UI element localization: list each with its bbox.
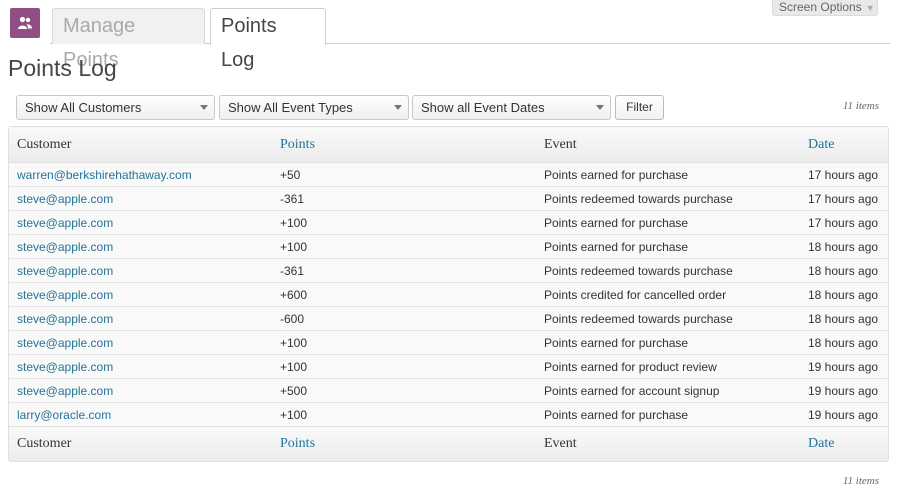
event-cell: Points earned for purchase bbox=[544, 210, 808, 234]
filter-button[interactable]: Filter bbox=[615, 95, 664, 120]
table-footer-row: Customer Points Event Date bbox=[9, 426, 888, 461]
points-cell: +100 bbox=[280, 402, 544, 426]
customer-link[interactable]: steve@apple.com bbox=[9, 234, 280, 258]
points-cell: -361 bbox=[280, 258, 544, 282]
points-cell: -600 bbox=[280, 306, 544, 330]
customer-link[interactable]: warren@berkshirehathaway.com bbox=[9, 163, 280, 186]
customer-link[interactable]: steve@apple.com bbox=[9, 186, 280, 210]
tab-manage-points[interactable]: Manage Points bbox=[52, 8, 205, 71]
date-cell: 19 hours ago bbox=[808, 402, 888, 426]
customer-link[interactable]: steve@apple.com bbox=[9, 258, 280, 282]
date-cell: 18 hours ago bbox=[808, 258, 888, 282]
event-cell: Points earned for account signup bbox=[544, 378, 808, 402]
event-type-filter-select[interactable]: Show All Event Types bbox=[219, 95, 409, 120]
table-row: steve@apple.com +100 Points earned for pur… bbox=[9, 234, 888, 258]
footer-header-points[interactable]: Points bbox=[280, 426, 544, 461]
customer-filter-select[interactable]: Show All Customers bbox=[16, 95, 215, 120]
screen-options-label: Screen Options bbox=[779, 0, 862, 14]
tab-points-log[interactable]: Points Log bbox=[210, 8, 326, 71]
points-cell: +100 bbox=[280, 210, 544, 234]
customer-link[interactable]: larry@oracle.com bbox=[9, 402, 280, 426]
date-cell: 17 hours ago bbox=[808, 210, 888, 234]
users-icon bbox=[10, 8, 40, 38]
event-cell: Points credited for cancelled order bbox=[544, 282, 808, 306]
event-date-filter-value: Show all Event Dates bbox=[421, 100, 545, 115]
chevron-down-icon bbox=[394, 105, 402, 110]
footer-header-customer: Customer bbox=[9, 426, 280, 461]
points-cell: +50 bbox=[280, 163, 544, 186]
event-cell: Points redeemed towards purchase bbox=[544, 306, 808, 330]
table-row: steve@apple.com +100 Points earned for pro… bbox=[9, 354, 888, 378]
table-row: steve@apple.com +500 Points earned for acc… bbox=[9, 378, 888, 402]
date-cell: 18 hours ago bbox=[808, 234, 888, 258]
event-cell: Points redeemed towards purchase bbox=[544, 186, 808, 210]
screen-options-button[interactable]: Screen Options ▼ bbox=[772, 0, 878, 16]
points-cell: -361 bbox=[280, 186, 544, 210]
table-row: steve@apple.com -361 Points redeemed towar… bbox=[9, 186, 888, 210]
date-cell: 17 hours ago bbox=[808, 163, 888, 186]
points-cell: +500 bbox=[280, 378, 544, 402]
event-cell: Points earned for purchase bbox=[544, 163, 808, 186]
date-cell: 18 hours ago bbox=[808, 282, 888, 306]
date-cell: 18 hours ago bbox=[808, 330, 888, 354]
column-header-customer: Customer bbox=[9, 127, 280, 163]
item-count-top: 11 items bbox=[842, 100, 879, 112]
customer-link[interactable]: steve@apple.com bbox=[9, 306, 280, 330]
event-cell: Points earned for purchase bbox=[544, 402, 808, 426]
table-header-row: Customer Points Event Date bbox=[9, 127, 888, 163]
page-title: Points Log bbox=[8, 55, 117, 81]
chevron-down-icon bbox=[596, 105, 604, 110]
customer-link[interactable]: steve@apple.com bbox=[9, 354, 280, 378]
event-cell: Points earned for purchase bbox=[544, 234, 808, 258]
table-row: steve@apple.com -600 Points redeemed towar… bbox=[9, 306, 888, 330]
date-cell: 19 hours ago bbox=[808, 378, 888, 402]
triangle-down-icon: ▼ bbox=[865, 3, 875, 13]
footer-header-event: Event bbox=[544, 426, 808, 461]
column-header-points[interactable]: Points bbox=[280, 127, 544, 163]
points-cell: +100 bbox=[280, 330, 544, 354]
points-cell: +600 bbox=[280, 282, 544, 306]
event-cell: Points earned for purchase bbox=[544, 330, 808, 354]
table-row: steve@apple.com +600 Points credited for c… bbox=[9, 282, 888, 306]
column-header-date[interactable]: Date bbox=[808, 127, 888, 163]
table-row: larry@oracle.com +100 Points earned for pu… bbox=[9, 402, 888, 426]
date-cell: 18 hours ago bbox=[808, 306, 888, 330]
event-cell: Points redeemed towards purchase bbox=[544, 258, 808, 282]
column-header-event: Event bbox=[544, 127, 808, 163]
customer-filter-value: Show All Customers bbox=[25, 100, 142, 115]
points-log-table: Customer Points Event Date warren@berksh… bbox=[8, 126, 889, 462]
table-body: warren@berkshirehathaway.com +50 Points ea… bbox=[9, 163, 888, 426]
item-count-bottom: 11 items bbox=[842, 475, 879, 487]
customer-link[interactable]: steve@apple.com bbox=[9, 210, 280, 234]
customer-link[interactable]: steve@apple.com bbox=[9, 378, 280, 402]
table-row: warren@berkshirehathaway.com +50 Points ea… bbox=[9, 163, 888, 186]
chevron-down-icon bbox=[200, 105, 208, 110]
event-type-filter-value: Show All Event Types bbox=[228, 100, 353, 115]
table-row: steve@apple.com -361 Points redeemed towar… bbox=[9, 258, 888, 282]
customer-link[interactable]: steve@apple.com bbox=[9, 282, 280, 306]
event-cell: Points earned for product review bbox=[544, 354, 808, 378]
footer-header-date[interactable]: Date bbox=[808, 426, 888, 461]
points-cell: +100 bbox=[280, 354, 544, 378]
points-cell: +100 bbox=[280, 234, 544, 258]
table-row: steve@apple.com +100 Points earned for pur… bbox=[9, 330, 888, 354]
date-cell: 19 hours ago bbox=[808, 354, 888, 378]
table-row: steve@apple.com +100 Points earned for pur… bbox=[9, 210, 888, 234]
customer-link[interactable]: steve@apple.com bbox=[9, 330, 280, 354]
event-date-filter-select[interactable]: Show all Event Dates bbox=[412, 95, 611, 120]
date-cell: 17 hours ago bbox=[808, 186, 888, 210]
